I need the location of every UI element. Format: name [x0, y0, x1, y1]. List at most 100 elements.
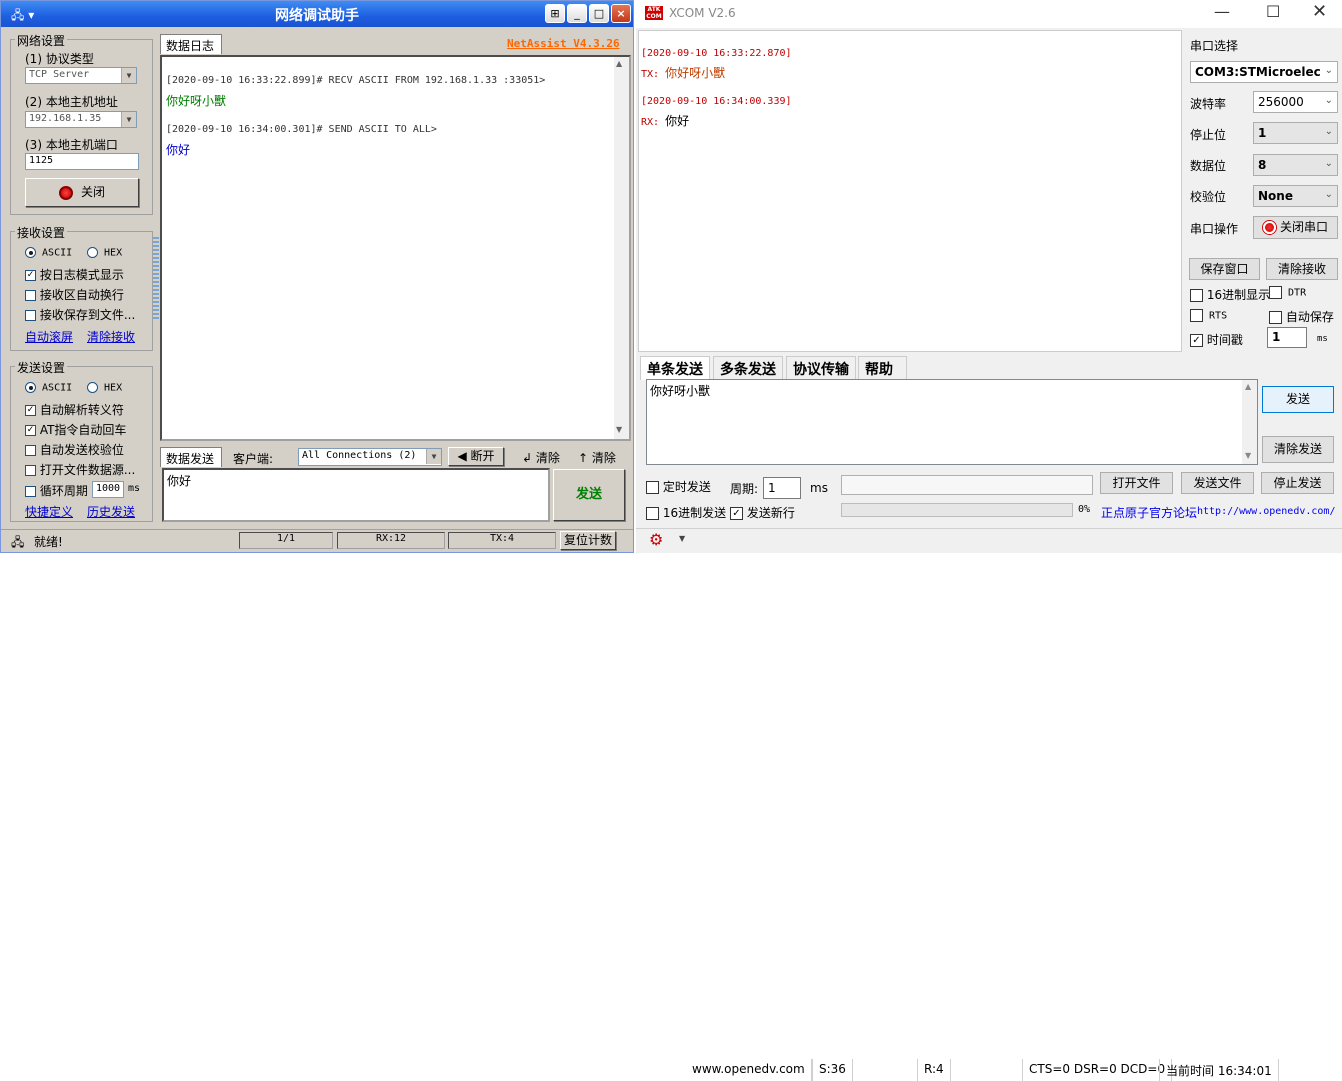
hex-display-checkbox[interactable]: 16进制显示 [1190, 286, 1270, 303]
send-input[interactable]: 你好呀小獸 [646, 379, 1258, 465]
option-label: RTS [1209, 310, 1228, 322]
tab-help[interactable]: 帮助 [858, 356, 907, 380]
baud-select[interactable]: 256000 ⌄ [1253, 91, 1338, 113]
chevron-up-icon[interactable]: ▲ [1245, 382, 1251, 391]
close-window-button[interactable]: × [611, 4, 631, 23]
tab-multi-send[interactable]: 多条发送 [713, 356, 783, 380]
option-label: 循环周期 [39, 484, 88, 498]
close-window-button[interactable]: ✕ [1312, 1, 1327, 22]
data-bits-select[interactable]: 8 ⌄ [1253, 154, 1338, 176]
tab-single-send[interactable]: 单条发送 [640, 356, 710, 380]
send-input[interactable]: 你好 [162, 468, 550, 522]
hex-send-checkbox[interactable]: 16进制发送 [646, 504, 726, 521]
checkbox-icon [1190, 309, 1203, 322]
tx-counter: TX:4 [448, 532, 556, 549]
port-input[interactable]: 1125 [25, 153, 139, 170]
port-select[interactable]: COM3:STMicroelec ⌄ [1190, 61, 1338, 83]
cycle-unit: ms [128, 483, 141, 494]
send-hex-radio[interactable]: HEX [87, 382, 122, 394]
tab-data-send[interactable]: 数据发送 [160, 447, 222, 467]
clear-send-button[interactable]: ↲ 清除 [522, 449, 560, 466]
disconnect-button[interactable]: ◀ 断开 [448, 447, 504, 466]
rts-checkbox[interactable]: RTS [1190, 309, 1227, 322]
send-ascii-radio[interactable]: ASCII [25, 382, 72, 394]
send-button[interactable]: 发送 [553, 469, 625, 521]
chevron-down-icon[interactable]: ▼ [616, 425, 622, 434]
gear-icon[interactable]: ⚙ [649, 530, 663, 549]
period-unit: ms [810, 481, 828, 495]
escape-checkbox[interactable]: ✓ 自动解析转义符 [25, 401, 124, 418]
collapse-handle[interactable] [153, 237, 159, 319]
send-button[interactable]: 发送 [1262, 386, 1334, 413]
open-file-button[interactable]: 打开文件 [1100, 472, 1173, 494]
close-label: 关闭 [80, 185, 105, 199]
netassist-titlebar[interactable]: 🖧 ▾ 网络调试助手 ⊞ _ □ × [1, 1, 633, 27]
timestamp-checkbox[interactable]: ✓ 时间戳 [1190, 331, 1243, 348]
log-header: [2020-09-10 16:33:22.870] [641, 48, 792, 59]
chevron-down-icon: ▼ [121, 112, 136, 127]
cycle-input[interactable]: 1000 [92, 481, 124, 498]
timestamp-input[interactable]: 1 [1267, 327, 1307, 348]
option-label: 自动保存 [1285, 310, 1334, 324]
checkbox-icon [25, 486, 36, 497]
send-scrollbar[interactable]: ▲ ▼ [1242, 380, 1257, 464]
reset-count-button[interactable]: 复位计数 [560, 531, 616, 550]
clear-receive-button[interactable]: 清除接收 [1266, 258, 1338, 280]
auto-wrap-checkbox[interactable]: 接收区自动换行 [25, 286, 124, 303]
tab-data-log[interactable]: 数据日志 [160, 34, 222, 54]
close-port-button[interactable]: 关闭串口 [1253, 216, 1338, 239]
history-link[interactable]: 历史发送 [87, 503, 135, 520]
forum-link[interactable]: 正点原子官方论坛 [1101, 504, 1197, 521]
file-path-field[interactable] [841, 475, 1093, 495]
website-link[interactable]: www.openedv.com [686, 1059, 812, 1081]
stop-send-button[interactable]: 停止发送 [1261, 472, 1334, 494]
pin-icon[interactable]: ⊞ [545, 4, 565, 23]
ascii-label: ASCII [42, 382, 73, 394]
maximize-button[interactable]: □ [589, 4, 609, 23]
clear-log-button[interactable]: ↑ 清除 [578, 449, 616, 466]
stop-bits-label: 停止位 [1190, 128, 1227, 142]
host-select[interactable]: 192.168.1.35 ▼ [25, 111, 137, 128]
clear-receive-link[interactable]: 清除接收 [87, 328, 135, 345]
file-source-checkbox[interactable]: 打开文件数据源... [25, 461, 135, 478]
chevron-down-icon[interactable]: ▼ [1245, 451, 1251, 460]
recv-ascii-radio[interactable]: ASCII [25, 247, 72, 259]
minimize-button[interactable]: — [1214, 2, 1230, 21]
chevron-down-icon: ⌄ [1324, 95, 1333, 106]
save-to-file-checkbox[interactable]: 接收保存到文件... [25, 306, 135, 323]
protocol-select[interactable]: TCP Server ▼ [25, 67, 137, 84]
status-icon: 🖧 [11, 535, 25, 549]
send-newline-checkbox[interactable]: ✓ 发送新行 [730, 504, 795, 521]
period-input[interactable]: 1 [763, 477, 801, 499]
close-port-label: 关闭串口 [1279, 220, 1328, 234]
version-link[interactable]: NetAssist V4.3.26 [507, 37, 620, 50]
recv-hex-radio[interactable]: HEX [87, 247, 122, 259]
client-select[interactable]: All Connections (2) ▼ [298, 448, 442, 466]
minimize-button[interactable]: _ [567, 4, 587, 23]
chevron-down-icon[interactable]: ▼ [679, 534, 685, 543]
maximize-button[interactable]: ☐ [1266, 2, 1280, 21]
timed-send-checkbox[interactable]: 定时发送 [646, 478, 711, 495]
option-label: 自动发送校验位 [39, 443, 124, 457]
chevron-up-icon[interactable]: ▲ [616, 59, 622, 68]
log-scrollbar[interactable]: ▲ ▼ [614, 57, 629, 439]
receive-area[interactable]: [2020-09-10 16:33:22.870] TX: 你好呀小獸 [202… [638, 30, 1182, 352]
shortcut-link[interactable]: 快捷定义 [25, 503, 73, 520]
send-file-button[interactable]: 发送文件 [1181, 472, 1254, 494]
red-light-icon [1262, 221, 1276, 234]
auto-scroll-link[interactable]: 自动滚屏 [25, 328, 73, 345]
clear-send-button[interactable]: 清除发送 [1262, 436, 1334, 463]
log-mode-checkbox[interactable]: ✓ 按日志模式显示 [25, 266, 124, 283]
tab-protocol[interactable]: 协议传输 [786, 356, 856, 380]
checksum-checkbox[interactable]: 自动发送校验位 [25, 441, 124, 458]
dtr-checkbox[interactable]: DTR [1269, 286, 1306, 299]
forum-url[interactable]: http://www.openedv.com/ [1197, 506, 1335, 517]
close-connection-button[interactable]: 关闭 [25, 178, 139, 207]
save-window-button[interactable]: 保存窗口 [1189, 258, 1260, 280]
parity-select[interactable]: None ⌄ [1253, 185, 1338, 207]
stop-bits-select[interactable]: 1 ⌄ [1253, 122, 1338, 144]
cycle-checkbox[interactable]: 循环周期 [25, 482, 88, 499]
at-return-checkbox[interactable]: ✓ AT指令自动回车 [25, 421, 126, 438]
auto-save-checkbox[interactable]: 自动保存 [1269, 308, 1334, 325]
xcom-titlebar[interactable]: ATK COM XCOM V2.6 — ☐ ✕ [636, 0, 1342, 28]
